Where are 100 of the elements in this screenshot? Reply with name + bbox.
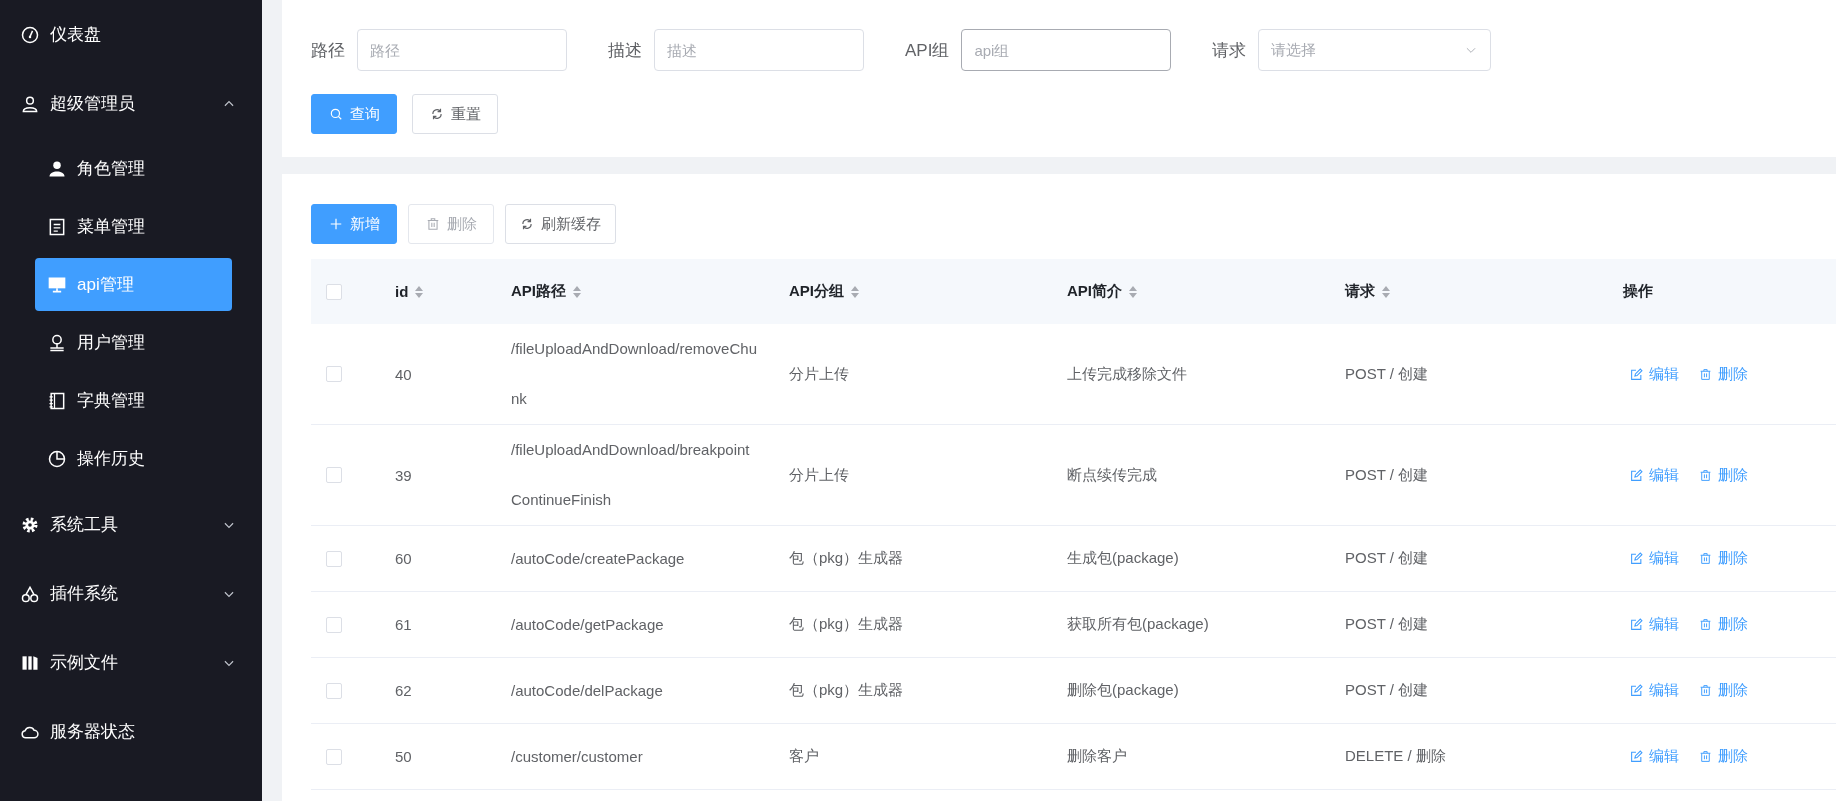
checkbox[interactable]: [326, 467, 342, 483]
trash-icon: [1699, 618, 1712, 631]
column-header: id: [395, 283, 409, 300]
action-link[interactable]: 编辑: [1630, 364, 1679, 384]
table-cell: DELETE / 删除: [1345, 747, 1446, 766]
table-cell: 上传完成移除文件: [1067, 364, 1187, 384]
trash-icon: [1699, 750, 1712, 763]
plus-icon: [328, 217, 343, 231]
table-cell: POST / 创建: [1345, 615, 1429, 634]
table-cell: 60: [395, 550, 412, 567]
sort-icon[interactable]: [414, 284, 425, 299]
trash-icon: [1699, 684, 1712, 697]
column-header: 请求: [1345, 282, 1375, 301]
table-cell: 62: [395, 682, 412, 699]
edit-icon: [1630, 552, 1643, 565]
table-cell: 删除包(package): [1067, 681, 1179, 700]
submenu-item[interactable]: 菜单管理: [35, 200, 232, 253]
column-header: API简介: [1067, 282, 1122, 301]
submenu-item[interactable]: 操作历史: [35, 432, 232, 485]
edit-icon: [1630, 684, 1643, 697]
trash-icon: [1699, 367, 1712, 381]
table-cell: POST / 创建: [1345, 681, 1429, 700]
column-header: 操作: [1623, 282, 1653, 301]
menu-item[interactable]: 系统工具: [0, 490, 262, 559]
table-cell-text: /fileUploadAndDownload/breakpointContinueFinish: [511, 440, 751, 510]
refresh-icon: [520, 217, 534, 231]
menu-item[interactable]: 超级管理员: [0, 69, 262, 138]
action-link[interactable]: 编辑: [1630, 465, 1679, 485]
table-cell: 客户: [789, 747, 819, 766]
table-cell: POST / 创建: [1345, 364, 1429, 384]
notebook-icon: [47, 390, 67, 411]
table-cell: POST / 创建: [1345, 465, 1429, 485]
checkbox[interactable]: [326, 616, 342, 633]
button[interactable]: 新增: [311, 204, 397, 244]
edit-icon: [1630, 750, 1643, 763]
field-label: 描述: [608, 39, 642, 62]
checkbox[interactable]: [326, 283, 342, 300]
sort-icon[interactable]: [1128, 284, 1138, 299]
table-cell: 39: [395, 466, 412, 484]
menu-item[interactable]: 仪表盘: [0, 0, 262, 69]
sort-icon[interactable]: [1381, 284, 1391, 299]
table-cell: 50: [395, 748, 412, 765]
search-icon: [328, 107, 343, 121]
document-icon: [47, 216, 67, 237]
action-link[interactable]: 删除: [1699, 549, 1748, 568]
menu-item[interactable]: 示例文件: [0, 628, 262, 697]
action-link[interactable]: 编辑: [1630, 615, 1679, 634]
refresh-icon: [429, 107, 444, 121]
checkbox[interactable]: [326, 748, 342, 765]
input-field[interactable]: api组: [961, 29, 1172, 71]
table-cell: 包（pkg）生成器: [789, 549, 904, 568]
action-link[interactable]: 编辑: [1630, 747, 1679, 766]
table-cell: 断点续传完成: [1067, 465, 1157, 485]
edit-icon: [1630, 367, 1643, 381]
menu-item[interactable]: 服务器状态: [0, 697, 262, 766]
submenu-item[interactable]: 字典管理: [35, 374, 232, 427]
table-cell-text: /autoCode/createPackage: [511, 548, 685, 569]
table-cell: 分片上传: [789, 364, 849, 384]
table-cell: 删除客户: [1067, 747, 1127, 766]
select-field[interactable]: 请选择: [1258, 29, 1492, 71]
gauge-icon: [20, 24, 40, 45]
action-link[interactable]: 删除: [1699, 747, 1748, 766]
table-cell: 包（pkg）生成器: [789, 681, 904, 700]
table-cell: 获取所有包(package): [1067, 615, 1209, 634]
edit-icon: [1630, 468, 1643, 482]
field-label: 请求: [1212, 39, 1247, 62]
action-link[interactable]: 删除: [1699, 681, 1748, 700]
table-cell-text: /fileUploadAndDownload/removeChunk: [511, 339, 758, 409]
button[interactable]: 刷新缓存: [505, 204, 616, 244]
user-icon: [47, 332, 67, 353]
trash-icon: [425, 217, 440, 231]
table-cell: 61: [395, 616, 412, 633]
button[interactable]: 查询: [311, 94, 397, 134]
checkbox[interactable]: [326, 366, 342, 382]
submenu-item[interactable]: api管理: [35, 258, 232, 311]
table-cell: 分片上传: [789, 465, 849, 485]
pie-chart-icon: [47, 448, 67, 469]
sort-icon[interactable]: [572, 284, 582, 299]
table-cell-text: /autoCode/getPackage: [511, 614, 664, 635]
action-link[interactable]: 编辑: [1630, 681, 1679, 700]
table-cell: POST / 创建: [1345, 549, 1429, 568]
column-header: API路径: [511, 282, 566, 301]
field-label: 路径: [311, 39, 345, 62]
action-link[interactable]: 删除: [1699, 364, 1748, 384]
submenu-item[interactable]: 角色管理: [35, 142, 232, 195]
action-link[interactable]: 删除: [1699, 615, 1748, 634]
submenu-item[interactable]: 用户管理: [35, 316, 232, 369]
table-cell: 40: [395, 365, 412, 383]
action-link[interactable]: 编辑: [1630, 549, 1679, 568]
menu-item[interactable]: 插件系统: [0, 559, 262, 628]
checkbox[interactable]: [326, 550, 342, 567]
button[interactable]: 重置: [412, 94, 498, 134]
field-label: API组: [905, 39, 950, 62]
sort-icon[interactable]: [850, 284, 860, 299]
checkbox[interactable]: [326, 682, 342, 699]
table-cell: 生成包(package): [1067, 549, 1179, 568]
trash-icon: [1699, 468, 1712, 482]
column-header: API分组: [789, 282, 844, 301]
action-link[interactable]: 删除: [1699, 465, 1748, 485]
table-cell-text: /customer/customer: [511, 746, 643, 767]
